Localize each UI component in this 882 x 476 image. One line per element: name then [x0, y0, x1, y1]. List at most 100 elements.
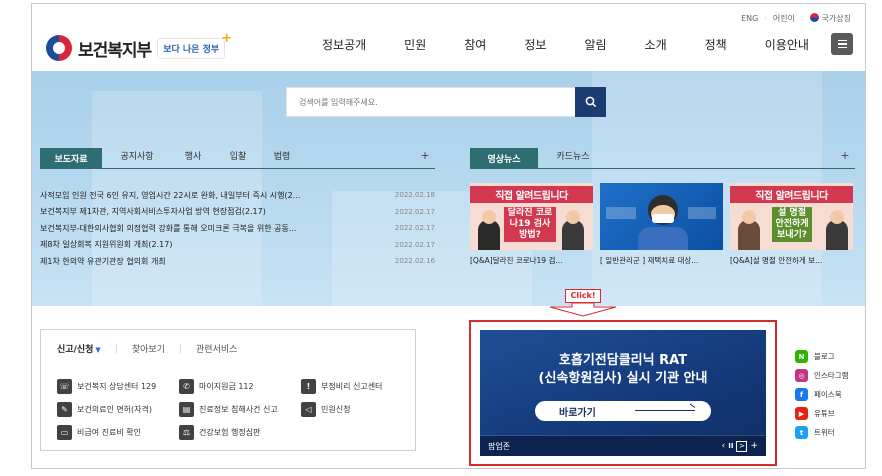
thumbnail-title: 직접 알려드립니다: [730, 186, 853, 203]
tab-browse[interactable]: 찾아보기: [132, 342, 165, 355]
tab-report-apply[interactable]: 신고/신청 ▼: [57, 342, 101, 355]
nav-item[interactable]: 정책: [705, 36, 727, 53]
video-thumbnail: 직접 알려드립니다 설 명절 안전하게 보내기?: [730, 183, 853, 250]
video-thumbnail: [600, 183, 723, 250]
youtube-icon: ▶: [795, 407, 808, 420]
news-item[interactable]: 보건복지부 제1차관, 지역사회서비스투자사업 방역 현장점검(2.17) 202…: [40, 204, 435, 221]
sns-twitter-link[interactable]: t 트위터: [795, 423, 849, 442]
nav-item[interactable]: 정보공개: [322, 36, 366, 53]
service-link[interactable]: ✎ 보건의료인 면허(자격): [57, 402, 152, 417]
service-link[interactable]: ! 부정비리 신고센터: [301, 379, 382, 394]
popup-zone-bar: 팝업존 ‹ II > +: [480, 436, 766, 456]
hamburger-menu-button[interactable]: [831, 33, 853, 55]
tab-video-news[interactable]: 영상뉴스: [470, 148, 538, 168]
sns-label: 인스타그램: [814, 371, 849, 380]
video-list: 직접 알려드립니다 달라진 코로나19 검사 방법? [Q&A]달라진 코로나1…: [470, 183, 855, 268]
service-label: 보건복지 상담센터 129: [77, 382, 157, 391]
ministry-name: 보건복지부: [78, 40, 152, 61]
news-title: 보건복지부-대한의사협회 의정협력 강화를 통해 오미크론 극복을 위한 공동.…: [40, 223, 297, 233]
page: ENG · 어린이 · 국가상징 보건복지부 보다 나은 정부 + 정보공개 민원…: [31, 3, 866, 469]
sns-label: 블로그: [814, 352, 835, 361]
more-button[interactable]: +: [750, 441, 758, 451]
twitter-icon: t: [795, 426, 808, 439]
click-arrow-icon: [549, 303, 617, 317]
news-item[interactable]: 제1차 한의약 유관기관장 협의회 개최 2022.02.16: [40, 253, 435, 270]
news-more-button[interactable]: +: [415, 148, 435, 168]
search-input[interactable]: [287, 88, 557, 116]
search-box: [286, 87, 606, 117]
highlight-box: 호흡기전담클리닉 RAT (신속항원검사) 실시 기관 안내 바로가기 팝업존 …: [469, 320, 777, 466]
tab-card-news[interactable]: 카드뉴스: [538, 148, 608, 168]
sns-label: 유튜브: [814, 409, 835, 418]
video-card[interactable]: [ 일반관리군 ] 재택치료 대상...: [600, 183, 723, 268]
news-title: 제8차 일상회복 지원위원회 개최(2.17): [40, 240, 173, 250]
slogan-plus: +: [221, 30, 233, 46]
news-item[interactable]: 사적모임 인원 전국 6인 유지, 영업시간 22시로 완화, 내일부터 즉시 …: [40, 187, 435, 204]
tab-event[interactable]: 행사: [172, 148, 214, 168]
site-logo[interactable]: 보건복지부 보다 나은 정부 +: [46, 31, 232, 61]
taegeuk-logo-icon: [46, 35, 72, 61]
video-tabs: 영상뉴스 카드뉴스 +: [470, 148, 855, 169]
header: 보건복지부 보다 나은 정부 + 정보공개 민원 참여 정보 알림 소개 정책 이…: [32, 22, 865, 72]
service-tabs: 신고/신청 ▼ | 찾아보기 | 관련서비스: [57, 342, 251, 356]
service-label: 부정비리 신고센터: [321, 382, 383, 391]
service-link[interactable]: ◁ 민원신청: [301, 402, 350, 417]
slogan-text: 보다 나은 정부: [163, 44, 220, 55]
search-icon: [585, 96, 596, 108]
tab-bid[interactable]: 입찰: [214, 148, 262, 168]
tab-press-release[interactable]: 보도자료: [40, 148, 102, 168]
nav-item[interactable]: 소개: [645, 36, 667, 53]
popup-zone-label: 팝업존: [488, 441, 511, 451]
popup-banner[interactable]: 호흡기전담클리닉 RAT (신속항원검사) 실시 기관 안내 바로가기 팝업존 …: [480, 330, 766, 456]
go-button[interactable]: 바로가기: [535, 401, 711, 421]
news-date: 2022.02.16: [394, 257, 435, 266]
news-title: 제1차 한의약 유관기관장 협의회 개최: [40, 256, 166, 266]
service-link[interactable]: ⚖ 건강보험 행정심판: [179, 425, 260, 440]
thumbnail-title: 직접 알려드립니다: [470, 186, 593, 203]
news-date: 2022.02.18: [394, 191, 435, 200]
nav-item[interactable]: 알림: [584, 36, 606, 53]
search-button[interactable]: [575, 87, 606, 117]
nav-item[interactable]: 민원: [404, 36, 426, 53]
video-card[interactable]: 직접 알려드립니다 설 명절 안전하게 보내기? [Q&A]설 명절 안전하게 …: [730, 183, 853, 268]
sns-youtube-link[interactable]: ▶ 유튜브: [795, 404, 849, 423]
phone-icon: ✆: [179, 379, 194, 394]
nav-item[interactable]: 참여: [464, 36, 486, 53]
video-caption: [Q&A]달라진 코로나19 검...: [470, 256, 563, 265]
service-link[interactable]: ▭ 비급여 진료비 확인: [57, 425, 141, 440]
blog-icon: N: [795, 350, 808, 363]
news-item[interactable]: 보건복지부-대한의사협회 의정협력 강화를 통해 오미크론 극복을 위한 공동.…: [40, 220, 435, 237]
prev-button[interactable]: ‹: [722, 441, 726, 451]
tab-law[interactable]: 법령: [262, 148, 302, 168]
nav-item[interactable]: 정보: [524, 36, 546, 53]
news-item[interactable]: 제8차 일상회복 지원위원회 개최(2.17) 2022.02.17: [40, 237, 435, 254]
service-label: 진료정보 침해사건 신고: [199, 405, 278, 414]
tab-related-services[interactable]: 관련서비스: [196, 342, 237, 355]
gavel-icon: ⚖: [179, 425, 194, 440]
service-link[interactable]: ▤ 진료정보 침해사건 신고: [179, 402, 278, 417]
service-link[interactable]: ✆ 마이지원금 112: [179, 379, 254, 394]
service-label: 비급여 진료비 확인: [77, 428, 141, 437]
news-tabs: 보도자료 공지사항 행사 입찰 법령 +: [40, 148, 435, 169]
nav-item[interactable]: 이용안내: [765, 36, 809, 53]
service-label: 건강보험 행정심판: [199, 428, 261, 437]
sns-facebook-link[interactable]: f 페이스북: [795, 385, 849, 404]
browser-viewport: ENG · 어린이 · 국가상징 보건복지부 보다 나은 정부 + 정보공개 민원…: [0, 0, 882, 476]
video-card[interactable]: 직접 알려드립니다 달라진 코로나19 검사 방법? [Q&A]달라진 코로나1…: [470, 183, 593, 268]
news-list: 사적모임 인원 전국 6인 유지, 영업시간 22시로 완화, 내일부터 즉시 …: [40, 187, 435, 270]
next-button[interactable]: >: [736, 440, 748, 452]
news-date: 2022.02.17: [394, 240, 435, 249]
click-annotation-label: Click!: [565, 289, 601, 303]
video-more-button[interactable]: +: [835, 148, 855, 168]
divider: |: [114, 343, 118, 354]
service-link[interactable]: ☏ 보건복지 상담센터 129: [57, 379, 156, 394]
tab-notice[interactable]: 공지사항: [102, 148, 172, 168]
sns-links: N 블로그 ◎ 인스타그램 f 페이스북 ▶ 유튜브 t 트위터: [795, 347, 849, 442]
main-nav: 정보공개 민원 참여 정보 알림 소개 정책 이용안내: [322, 36, 809, 53]
sns-blog-link[interactable]: N 블로그: [795, 347, 849, 366]
news-title: 사적모임 인원 전국 6인 유지, 영업시간 22시로 완화, 내일부터 즉시 …: [40, 190, 301, 200]
caret-down-icon: ▼: [95, 346, 101, 354]
sns-instagram-link[interactable]: ◎ 인스타그램: [795, 366, 849, 385]
pause-button[interactable]: II: [728, 442, 733, 450]
phone-counsel-icon: ☏: [57, 379, 72, 394]
